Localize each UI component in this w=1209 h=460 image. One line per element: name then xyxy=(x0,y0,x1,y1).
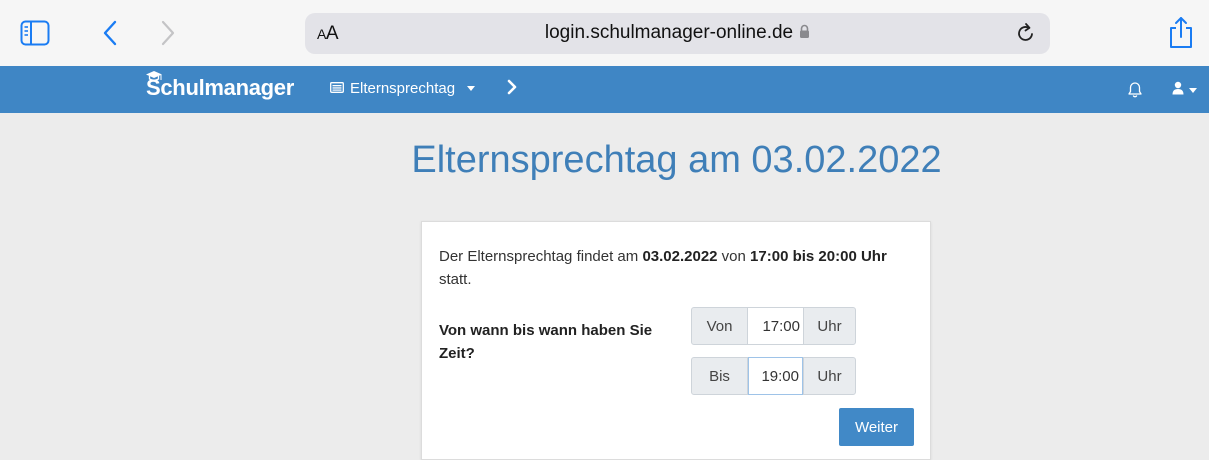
address-bar[interactable]: AA login.schulmanager-online.de xyxy=(305,13,1050,54)
sidebar-icon[interactable] xyxy=(20,19,50,47)
chevron-down-icon xyxy=(1189,88,1197,93)
availability-card: Der Elternsprechtag findet am 03.02.2022… xyxy=(421,221,931,460)
event-time: 17:00 bis 20:00 Uhr xyxy=(750,248,887,265)
browser-toolbar: AA login.schulmanager-online.de xyxy=(0,0,1209,66)
info-text: Der Elternsprechtag findet am 03.02.2022… xyxy=(439,248,887,288)
elternsprechtag-menu[interactable]: Elternsprechtag xyxy=(330,80,476,97)
to-time-input[interactable]: 19:00 xyxy=(748,357,803,395)
weiter-button[interactable]: Weiter xyxy=(839,408,914,446)
user-menu-button[interactable] xyxy=(1172,81,1197,100)
from-time-group: Von 17:00 Uhr xyxy=(691,307,856,345)
menu-label: Elternsprechtag xyxy=(350,80,456,97)
chevron-down-icon xyxy=(467,86,476,91)
from-unit: Uhr xyxy=(803,307,856,345)
url-text: login.schulmanager-online.de xyxy=(544,22,794,43)
url-display[interactable]: login.schulmanager-online.de xyxy=(305,22,1050,45)
page-title: Elternsprechtag am 03.02.2022 xyxy=(411,139,942,181)
from-label: Von xyxy=(691,307,748,345)
share-icon[interactable] xyxy=(1168,14,1194,50)
calendar-list-icon xyxy=(330,80,344,97)
back-icon[interactable] xyxy=(98,18,122,48)
from-time-input[interactable]: 17:00 xyxy=(748,307,803,345)
chevron-right-icon[interactable] xyxy=(506,78,518,101)
to-unit: Uhr xyxy=(803,357,856,395)
app-navbar: Schulmanager Elternsprechtag xyxy=(0,66,1209,113)
brand-logo[interactable]: Schulmanager xyxy=(146,75,294,101)
event-date: 03.02.2022 xyxy=(642,248,718,265)
availability-question: Von wann bis wann haben Sie Zeit? xyxy=(439,322,653,362)
reload-icon[interactable] xyxy=(1015,22,1037,44)
user-icon xyxy=(1172,81,1184,100)
bell-icon[interactable] xyxy=(1127,81,1143,99)
forward-icon[interactable] xyxy=(156,18,180,48)
lock-icon xyxy=(799,23,810,45)
to-time-group: Bis 19:00 Uhr xyxy=(691,357,856,395)
to-label: Bis xyxy=(691,357,748,395)
